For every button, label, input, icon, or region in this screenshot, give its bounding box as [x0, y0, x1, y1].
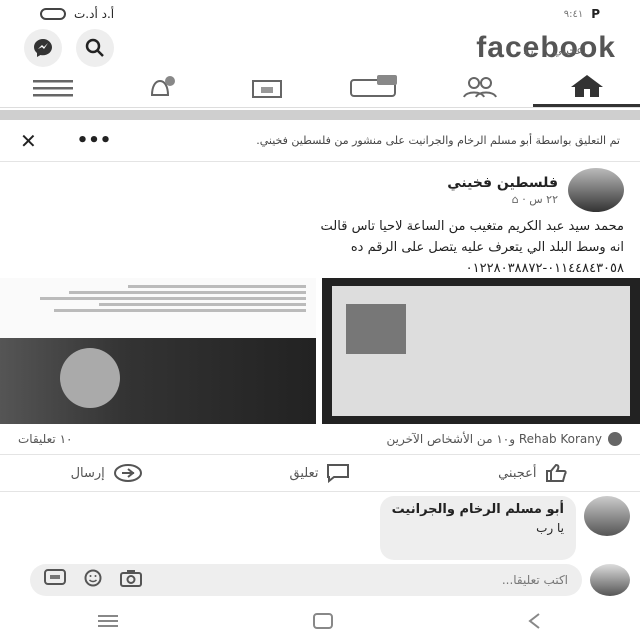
recent-apps-icon[interactable] [96, 613, 120, 633]
friends-icon [463, 76, 497, 98]
tab-watch[interactable] [320, 68, 427, 107]
status-bar: أ.د أد.ت ٩:٤١ P [0, 0, 640, 28]
tab-bar [0, 68, 640, 108]
post-text-line-3: ٠١١٤٤٨٤٣٠٥٨-٠١٢٢٨٠٣٨٨٧٢ [465, 261, 624, 276]
comments-count[interactable]: ١٠ تعليقات [18, 432, 72, 446]
messenger-icon[interactable] [24, 29, 62, 67]
post-photos[interactable] [0, 278, 640, 424]
more-options-icon[interactable]: ••• [77, 130, 112, 151]
tab-notifications[interactable] [107, 68, 214, 107]
commenter-avatar[interactable] [584, 496, 630, 536]
camera-icon[interactable] [120, 569, 142, 591]
emoji-icon[interactable] [84, 569, 102, 591]
post-author[interactable]: فلسطين فخيني [447, 175, 558, 191]
back-icon[interactable] [526, 612, 544, 634]
status-right-text: P [591, 7, 600, 21]
post-header: فلسطين فخيني ٢٢ س · ⌂ [24, 168, 624, 212]
share-button[interactable]: إرسال [0, 455, 213, 491]
tab-home[interactable] [533, 68, 640, 107]
post-text-line-1: محمد سيد عبد الكريم متغيب من الساعة لاحي… [320, 219, 624, 234]
person-photo [0, 338, 316, 424]
marketplace-icon [251, 79, 282, 98]
notifications-icon [150, 75, 175, 96]
my-avatar[interactable] [590, 564, 630, 596]
comment-label: تعليق [289, 465, 319, 481]
author-avatar[interactable] [568, 168, 624, 212]
menu-icon [33, 79, 74, 96]
post-text-line-2: انه وسط البلد الي يتعرف عليه يتصل على ال… [350, 240, 624, 255]
photo-id-card[interactable] [322, 278, 640, 424]
close-icon[interactable]: ✕ [20, 129, 37, 153]
search-icon[interactable] [76, 29, 114, 67]
comment-meta: أعجبني رد [523, 44, 586, 57]
home-icon [570, 75, 603, 97]
comment-placeholder: اكتب تعليقا... [501, 573, 568, 587]
post-actions: إرسال تعليق أعجبني [0, 454, 640, 492]
battery-icon [40, 8, 66, 20]
comment-reply-link[interactable]: رد [523, 44, 533, 57]
like-label: أعجبني [498, 465, 537, 481]
post-time[interactable]: ٢٢ س · ⌂ [447, 193, 558, 206]
system-nav-bar [0, 606, 640, 640]
tab-marketplace[interactable] [213, 68, 320, 107]
share-icon [113, 464, 142, 482]
like-reaction-icon [608, 432, 622, 446]
post-stats: ١٠ تعليقات Rehab Korany و١٠ من الأشخاص ا… [0, 428, 640, 450]
post-text: محمد سيد عبد الكريم متغيب من الساعة لاحي… [16, 216, 624, 279]
thumbs-up-icon [545, 463, 567, 482]
comment-item: أبو مسلم الرخام والجرانيت يا رب [10, 496, 630, 560]
notice-text: تم التعليق بواسطة أبو مسلم الرخام والجرا… [256, 133, 620, 147]
document-snippet [0, 278, 316, 338]
comment-button[interactable]: تعليق [213, 455, 426, 491]
status-time: ٩:٤١ [563, 8, 584, 20]
likers-text: Rehab Korany و١٠ من الأشخاص الآخرين [386, 432, 602, 446]
id-card-image [332, 286, 630, 416]
comment-author[interactable]: أبو مسلم الرخام والجرانيت [392, 502, 564, 517]
comment-text: يا رب [536, 521, 564, 535]
activity-notice[interactable]: ✕ ••• تم التعليق بواسطة أبو مسلم الرخام … [0, 120, 640, 162]
likers-summary[interactable]: Rehab Korany و١٠ من الأشخاص الآخرين [386, 432, 622, 446]
comment-bubble[interactable]: أبو مسلم الرخام والجرانيت يا رب [379, 496, 576, 560]
share-label: إرسال [70, 465, 105, 481]
gif-icon[interactable] [44, 569, 66, 591]
like-button[interactable]: أعجبني [427, 455, 640, 491]
comment-like-link[interactable]: أعجبني [553, 44, 586, 57]
status-left-text: أ.د أد.ت [74, 7, 115, 21]
tab-menu[interactable] [0, 68, 107, 107]
photo-document-and-person[interactable] [0, 278, 316, 424]
feed-separator [0, 110, 640, 120]
comment-input[interactable]: اكتب تعليقا... [30, 564, 582, 596]
watch-icon [350, 74, 398, 97]
comment-composer: اكتب تعليقا... [30, 564, 630, 596]
comment-icon [327, 464, 350, 483]
tab-friends[interactable] [427, 68, 534, 107]
home-nav-icon[interactable] [312, 612, 334, 634]
